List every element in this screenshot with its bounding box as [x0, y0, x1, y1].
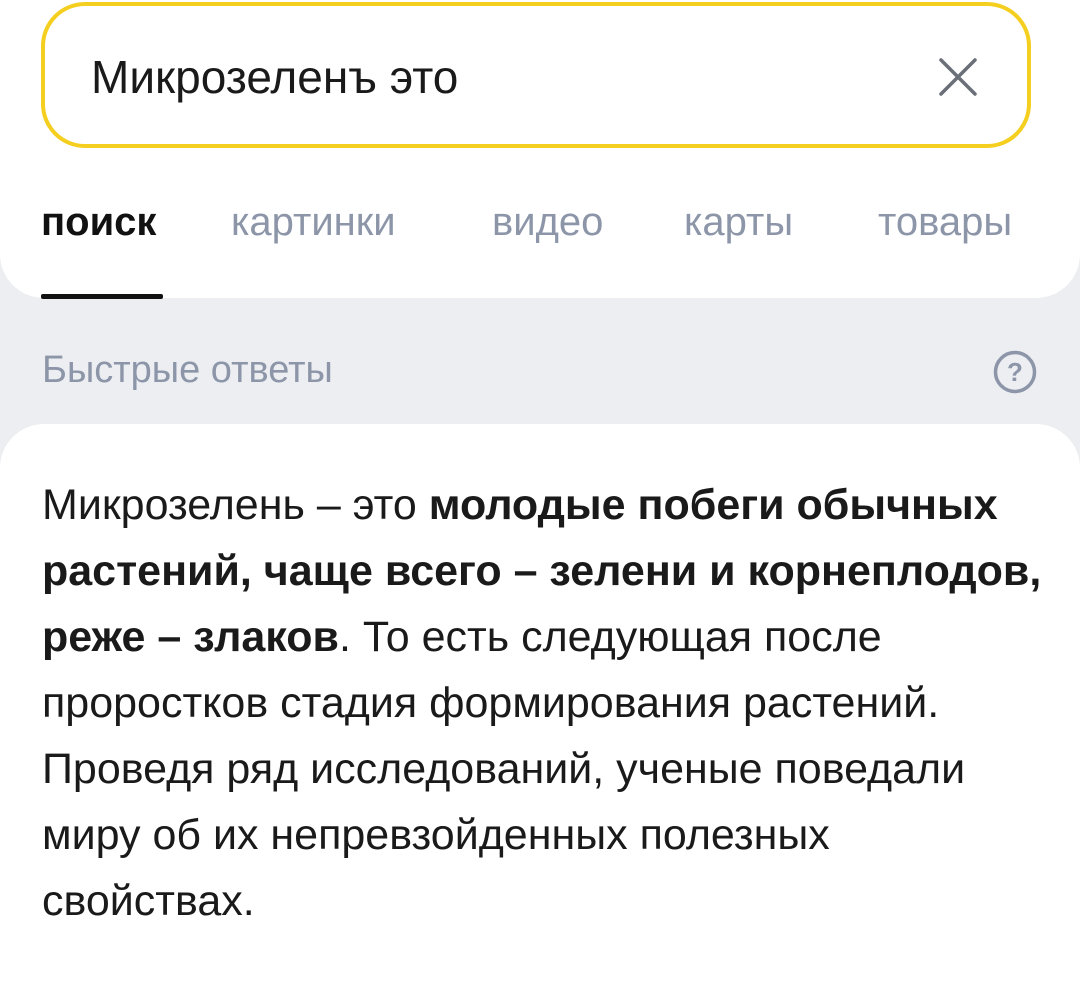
answer-lead: Микрозелень – это — [42, 481, 429, 529]
answer-text: Микрозелень – это молодые побеги обычных… — [42, 472, 1052, 934]
close-icon — [939, 58, 977, 96]
tab-video[interactable]: видео — [492, 190, 603, 254]
tab-search[interactable]: поиск — [41, 190, 156, 254]
tab-images[interactable]: картинки — [231, 190, 396, 254]
help-button[interactable]: ? — [992, 349, 1038, 395]
search-header-panel: поиск картинки видео карты товары — [0, 0, 1080, 298]
question-circle-icon: ? — [993, 350, 1037, 394]
clear-search-button[interactable] — [933, 52, 983, 102]
svg-text:?: ? — [1007, 357, 1023, 387]
search-tabs: поиск картинки видео карты товары — [0, 190, 1080, 270]
tab-maps[interactable]: карты — [684, 190, 793, 254]
quick-answer-card: Микрозелень – это молодые побеги обычных… — [0, 424, 1080, 984]
search-input[interactable] — [91, 34, 891, 120]
active-tab-indicator — [41, 294, 163, 299]
tab-products[interactable]: товары — [878, 190, 1012, 254]
search-box[interactable] — [41, 2, 1031, 148]
quick-answers-header: Быстрые ответы — [42, 349, 333, 391]
